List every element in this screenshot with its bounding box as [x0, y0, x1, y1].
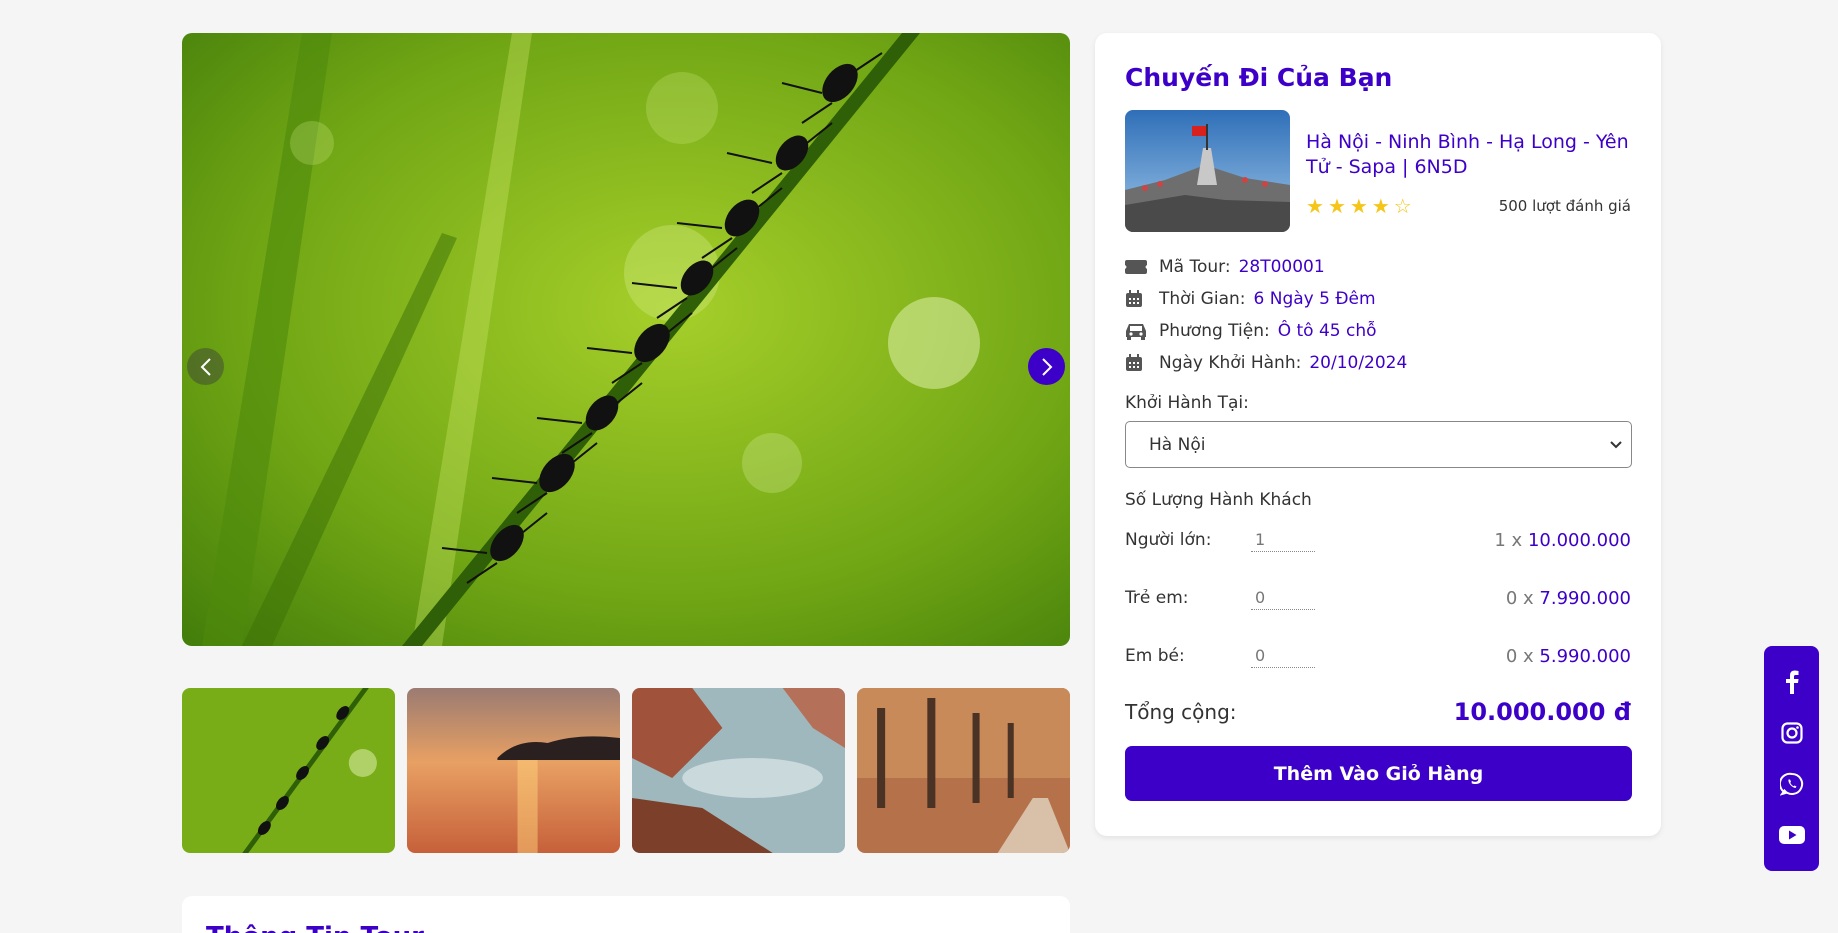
adult-quantity-input[interactable] [1251, 528, 1315, 552]
meta-duration: Thời Gian: 6 Ngày 5 Đêm [1125, 288, 1631, 309]
social-sidebar [1764, 646, 1819, 871]
ants-on-grass-thumbnail [182, 688, 395, 853]
departure-select[interactable]: Hà Nội [1125, 421, 1632, 468]
chevron-down-icon [1610, 440, 1622, 448]
tour-summary: Hà Nội - Ninh Bình - Hạ Long - Yên Tử - … [1125, 110, 1631, 232]
thumbnail-3[interactable] [632, 688, 845, 853]
add-to-cart-button[interactable]: Thêm Vào Giỏ Hàng [1125, 746, 1632, 801]
passenger-row-adult: Người lớn: 1 x 10.000.000 [1125, 526, 1631, 554]
rating-stars: ★ ★ ★ ★ ☆ [1306, 194, 1412, 218]
gallery-next-button[interactable] [1028, 348, 1065, 385]
adult-price: 10.000.000 [1527, 529, 1631, 551]
star-filled-icon: ★ [1327, 194, 1346, 218]
rocky-coast-thumbnail [632, 688, 845, 853]
thumbnail-1[interactable] [182, 688, 395, 853]
tour-thumbnail [1125, 110, 1290, 232]
total-label: Tổng cộng: [1125, 700, 1237, 724]
departure-selected-value: Hà Nội [1149, 434, 1206, 455]
sunset-sea-thumbnail [407, 688, 620, 853]
star-empty-icon: ☆ [1393, 194, 1412, 218]
meta-tour-code: Mã Tour: 28T00001 [1125, 256, 1631, 277]
infant-price: 5.990.000 [1539, 645, 1631, 667]
child-price: 7.990.000 [1539, 587, 1631, 609]
ants-on-grass-photo [182, 33, 1070, 646]
autumn-trees-thumbnail [857, 688, 1070, 853]
instagram-icon[interactable] [1779, 720, 1805, 746]
car-icon [1125, 322, 1151, 340]
child-quantity-input[interactable] [1251, 586, 1315, 610]
passenger-row-child: Trẻ em: 0 x 7.990.000 [1125, 584, 1631, 612]
gallery-prev-button[interactable] [187, 348, 224, 385]
star-filled-icon: ★ [1371, 194, 1390, 218]
booking-title: Chuyến Đi Của Bạn [1125, 63, 1393, 92]
thumbnail-2[interactable] [407, 688, 620, 853]
booking-card: Chuyến Đi Của Bạn Hà Nội - Ninh Bình - H… [1095, 33, 1661, 836]
meta-transport: Phương Tiện: Ô tô 45 chỗ [1125, 320, 1631, 341]
infant-quantity-input[interactable] [1251, 644, 1315, 668]
gallery-thumbnails [182, 688, 1070, 853]
total-row: Tổng cộng: 10.000.000 đ [1125, 698, 1631, 726]
total-value: 10.000.000 đ [1453, 698, 1631, 726]
passenger-row-infant: Em bé: 0 x 5.990.000 [1125, 642, 1631, 670]
departure-label: Khởi Hành Tại: [1125, 393, 1249, 413]
gallery-main-image [182, 33, 1070, 646]
fansipan-summit-photo [1125, 110, 1290, 232]
calendar-icon [1125, 289, 1151, 308]
star-filled-icon: ★ [1349, 194, 1368, 218]
meta-departure-date: Ngày Khởi Hành: 20/10/2024 [1125, 352, 1631, 373]
tour-info-card: Thông Tin Tour [182, 896, 1070, 933]
calendar-icon [1125, 353, 1151, 372]
youtube-icon[interactable] [1778, 822, 1805, 848]
chevron-right-icon [1041, 357, 1052, 376]
tour-info-title: Thông Tin Tour [206, 922, 1046, 933]
chevron-left-icon [200, 357, 211, 376]
review-count: 500 lượt đánh giá [1498, 197, 1631, 215]
facebook-icon[interactable] [1779, 669, 1805, 695]
thumbnail-4[interactable] [857, 688, 1070, 853]
whatsapp-icon[interactable] [1779, 771, 1805, 797]
star-filled-icon: ★ [1306, 194, 1324, 218]
tour-name[interactable]: Hà Nội - Ninh Bình - Hạ Long - Yên Tử - … [1306, 130, 1631, 180]
ticket-icon [1125, 259, 1151, 274]
passengers-title: Số Lượng Hành Khách [1125, 490, 1312, 510]
